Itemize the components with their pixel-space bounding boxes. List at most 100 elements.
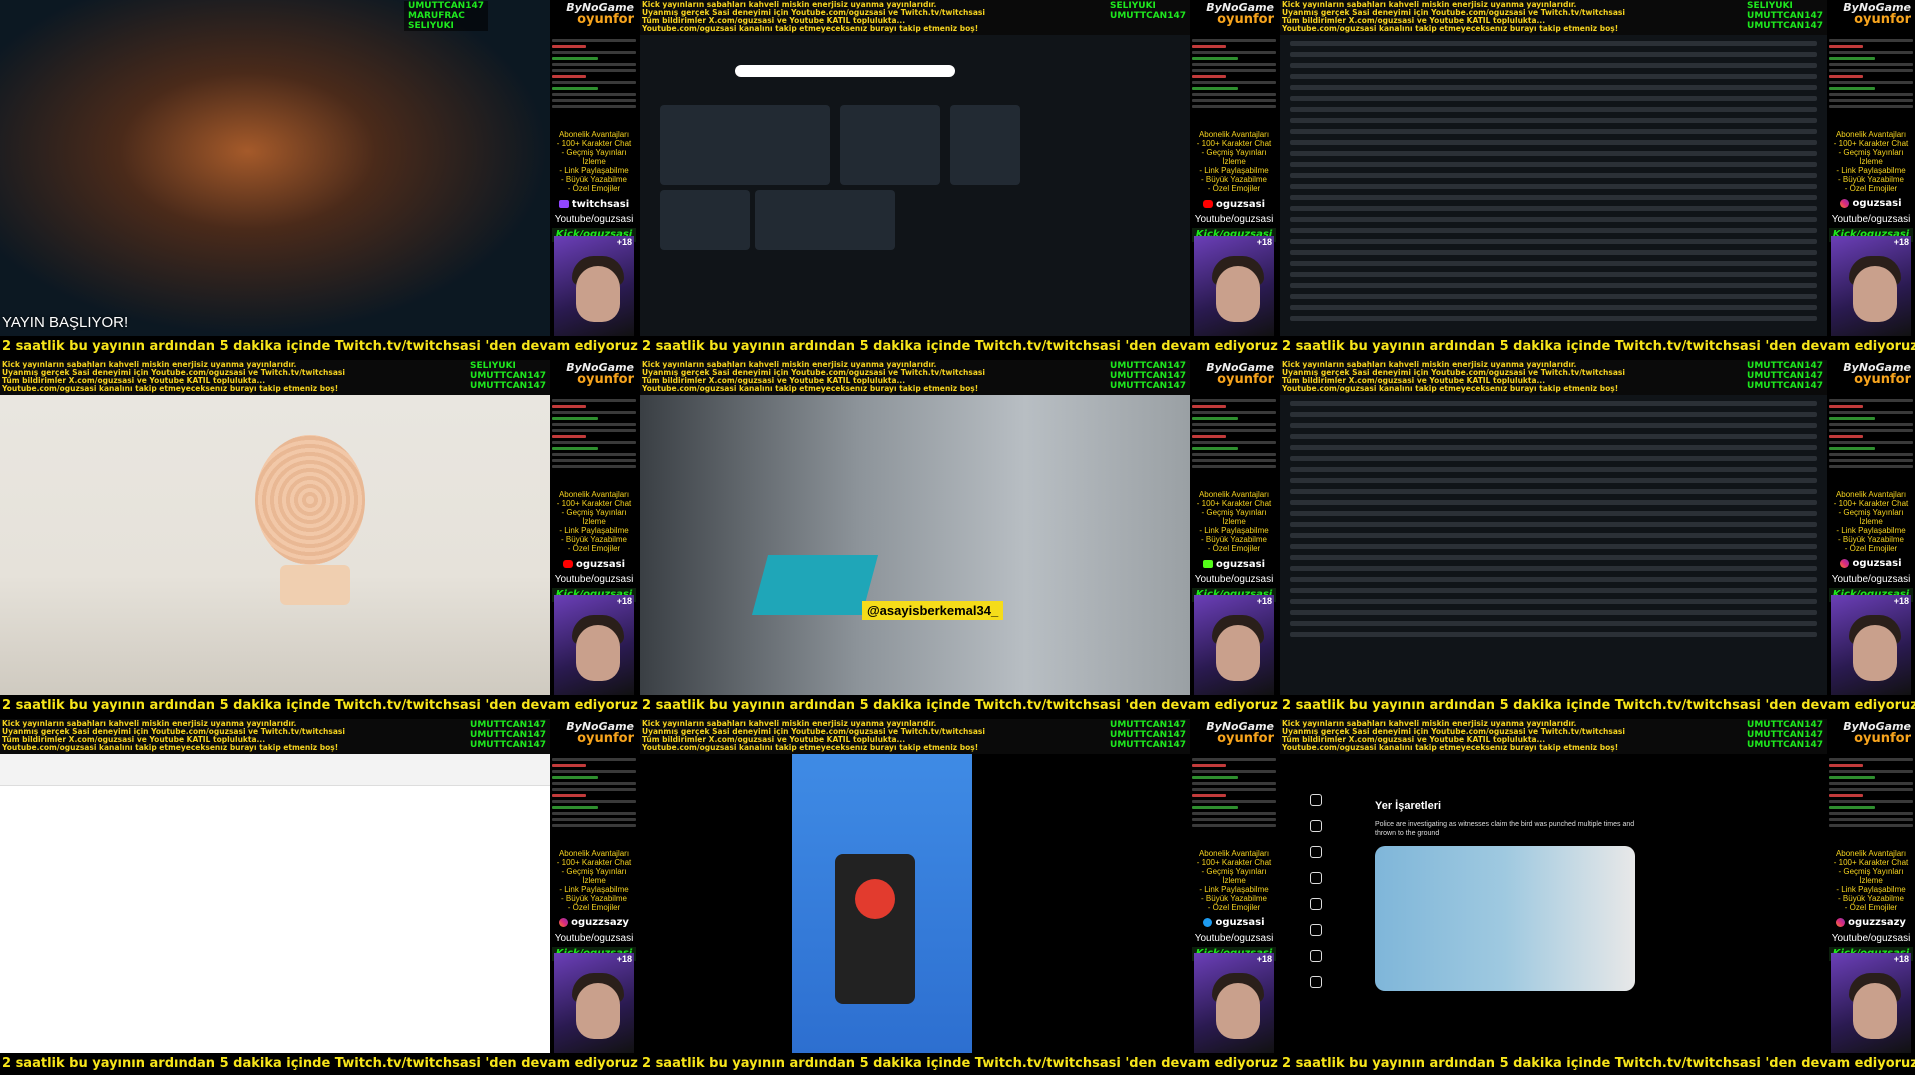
nav-icon[interactable]	[1310, 794, 1322, 806]
perk-line: Abonelik Avantajları	[1198, 849, 1270, 858]
starting-text: YAYIN BAŞLIYOR!	[2, 314, 129, 331]
logo-line2: oyunfor	[1854, 372, 1911, 387]
platform-text: Youtube/oguzsasi	[1831, 574, 1911, 585]
chat-message	[552, 453, 636, 456]
chat-message	[1829, 69, 1913, 72]
perk-line: - Büyük Yazabilme	[561, 894, 627, 903]
chat-message	[1829, 399, 1913, 402]
perk-line: - 100+ Karakter Chat	[1196, 858, 1272, 867]
chat-message	[1192, 776, 1239, 779]
chat-message	[552, 423, 636, 426]
nav-icon[interactable]	[1310, 950, 1322, 962]
social-block: oguzsasi Youtube/oguzsasi	[1827, 555, 1915, 585]
x-icon	[1203, 918, 1213, 927]
info-line: Youtube.com/oguzsasi kanalını takip etme…	[642, 24, 979, 33]
chat-message	[552, 429, 636, 432]
chat-message	[1192, 794, 1226, 797]
chat-message	[1192, 405, 1226, 408]
news-card[interactable]	[660, 190, 750, 250]
chat-message	[1829, 800, 1913, 803]
chat-message	[1829, 812, 1913, 815]
chat-message	[1192, 105, 1276, 108]
perk-line: - Link Paylaşabilme	[559, 166, 629, 175]
side-panel: ByNoGame oyunfor Abonelik Avantajları - 100…	[1827, 0, 1915, 336]
subscriber-names: UMUTTCAN147 MARUFRAC SELIYUKI	[404, 1, 488, 31]
streamer-face	[576, 266, 620, 322]
webcam-overlay: +18	[554, 953, 634, 1053]
logo-line2: oyunfor	[1854, 12, 1911, 27]
chat-feed	[1829, 755, 1913, 847]
chat-browser-scene	[1280, 35, 1827, 336]
info-text: Kick yayınların sabahları kahveli miskin…	[1282, 361, 1725, 393]
chat-message	[1192, 57, 1239, 60]
chat-message	[552, 87, 599, 90]
logo-line2: oyunfor	[1217, 12, 1274, 27]
webcam-overlay: +18	[1194, 953, 1274, 1053]
chat-feed	[1192, 755, 1276, 847]
perk-line: - Özel Emojiler	[1844, 184, 1898, 193]
stream-tile: Kick yayınların sabahları kahveli miskin…	[0, 719, 638, 1075]
handle-text: oguzsasi	[1215, 917, 1265, 928]
perk-line: - 100+ Karakter Chat	[1196, 499, 1272, 508]
nav-icon[interactable]	[1310, 924, 1322, 936]
subscriber-name: UMUTTCAN147	[1747, 11, 1823, 21]
subscriber-name: SELIYUKI	[470, 361, 516, 371]
chat-row	[1290, 239, 1817, 244]
chat-row	[1290, 162, 1817, 167]
perk-line: - Link Paylaşabilme	[1199, 526, 1269, 535]
nav-icon[interactable]	[1310, 846, 1322, 858]
social-handle: oguzsasi	[1202, 199, 1265, 210]
chat-row	[1290, 261, 1817, 266]
chat-message	[1192, 45, 1226, 48]
chat-message	[1192, 441, 1276, 444]
subscriber-name: SELIYUKI	[408, 21, 454, 31]
twitch-icon	[558, 200, 569, 208]
logo-line2: oyunfor	[1217, 372, 1274, 387]
chat-message	[1192, 93, 1276, 96]
post-photo[interactable]	[1375, 846, 1635, 991]
paint-toolbar[interactable]	[0, 754, 550, 786]
info-text: Kick yayınların sabahları kahveli miskin…	[642, 720, 1088, 752]
chat-message	[1829, 776, 1876, 779]
chat-row	[1290, 52, 1817, 57]
chat-message	[1829, 782, 1913, 785]
age-rating: +18	[1893, 954, 1909, 964]
news-card[interactable]	[950, 105, 1020, 185]
subscriber-name: UMUTTCAN147	[470, 371, 546, 381]
news-card[interactable]	[840, 105, 940, 185]
chat-message	[552, 758, 636, 761]
nav-icon[interactable]	[1310, 872, 1322, 884]
platform-text: Youtube/oguzsasi	[554, 933, 634, 944]
news-card[interactable]	[660, 105, 830, 185]
post-row	[1290, 599, 1817, 604]
subscription-perks: Abonelik Avantajları - 100+ Karakter Chat…	[1827, 130, 1915, 193]
chat-message	[552, 764, 586, 767]
chat-row	[1290, 294, 1817, 299]
chat-message	[552, 399, 636, 402]
logo-line2: oyunfor	[577, 731, 634, 746]
chat-message	[1192, 824, 1276, 827]
chat-message	[552, 459, 636, 462]
chat-message	[552, 782, 636, 785]
chat-message	[552, 81, 636, 84]
chat-message	[1192, 447, 1239, 450]
sponsor-logo: ByNoGame oyunfor	[1206, 362, 1274, 386]
paint-app-scene	[0, 754, 550, 1053]
chat-row	[1290, 195, 1817, 200]
msn-search-input[interactable]	[735, 65, 955, 77]
chat-message	[1829, 824, 1913, 827]
side-panel: ByNoGame oyunfor Abonelik Avantajları - 100…	[1190, 360, 1278, 695]
chat-message	[1192, 75, 1226, 78]
chat-message	[1829, 57, 1876, 60]
chat-message	[1829, 764, 1863, 767]
nav-icon[interactable]	[1310, 898, 1322, 910]
info-text: Kick yayınların sabahları kahveli miskin…	[2, 361, 448, 393]
bottom-ticker: 2 saatlik bu yayının ardından 5 dakika i…	[640, 695, 1278, 717]
perk-line: Abonelik Avantajları	[558, 849, 630, 858]
fan-base	[280, 565, 350, 605]
nav-icon[interactable]	[1310, 976, 1322, 988]
news-card[interactable]	[755, 190, 895, 250]
streamer-face	[1853, 983, 1897, 1039]
nav-icon[interactable]	[1310, 820, 1322, 832]
stream-content	[0, 395, 550, 695]
